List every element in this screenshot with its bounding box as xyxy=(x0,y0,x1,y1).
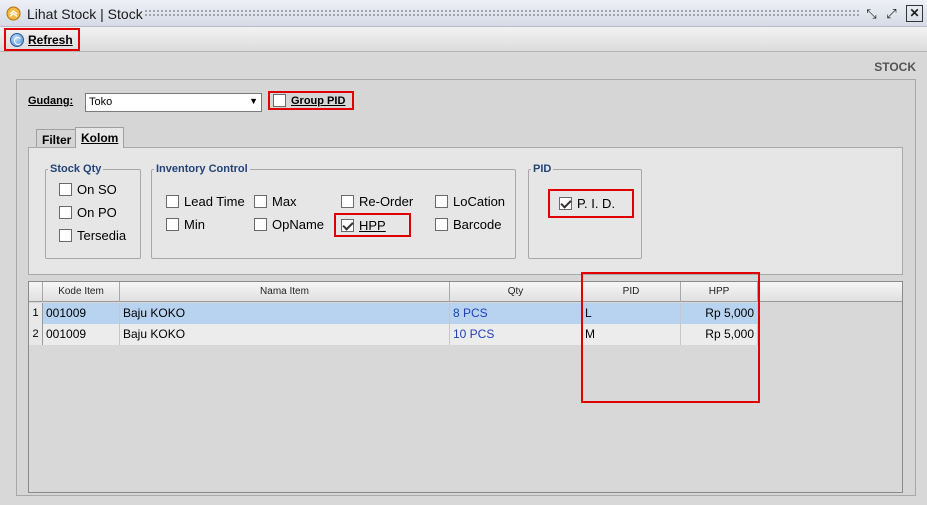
column-header-qty[interactable]: Qty xyxy=(450,282,582,302)
option-location[interactable]: LoCation xyxy=(435,194,505,209)
refresh-button[interactable]: Refresh xyxy=(4,28,80,51)
checkbox[interactable] xyxy=(559,197,572,210)
option-label: Max xyxy=(272,194,297,209)
group-pid-box[interactable] xyxy=(273,94,286,107)
close-icon[interactable]: ✕ xyxy=(906,5,923,22)
app-icon xyxy=(6,6,21,21)
column-header-nama-item[interactable]: Nama Item xyxy=(120,282,450,302)
cell-qty[interactable]: 10 PCS xyxy=(450,324,582,345)
kolom-tab-panel: Stock Qty On SO On PO Tersedia Inventory… xyxy=(28,147,903,275)
tab-filter-label: Filter xyxy=(42,133,72,147)
option-hpp[interactable]: HPP xyxy=(334,213,411,237)
column-header-kode-item[interactable]: Kode Item xyxy=(43,282,120,302)
stock-table: Kode Item Nama Item Qty PID HPP 1 001009… xyxy=(28,281,903,493)
refresh-icon xyxy=(10,32,24,47)
stock-qty-title: Stock Qty xyxy=(50,163,102,175)
toolbar: Refresh xyxy=(0,27,927,52)
option-min[interactable]: Min xyxy=(166,217,205,232)
option-tersedia[interactable]: Tersedia xyxy=(59,228,126,243)
option-label: Barcode xyxy=(453,217,502,232)
option-re-order[interactable]: Re-Order xyxy=(341,194,413,209)
option-label: P. I. D. xyxy=(577,196,616,211)
checkbox[interactable] xyxy=(166,218,179,231)
option-label: Min xyxy=(184,217,205,232)
option-label: Re-Order xyxy=(359,194,414,209)
table-row[interactable]: 1 001009 Baju KOKO 8 PCS L Rp 5,000 xyxy=(29,303,758,324)
option-max[interactable]: Max xyxy=(254,194,297,209)
inventory-control-title: Inventory Control xyxy=(156,163,248,175)
option-label: LoCation xyxy=(453,194,506,209)
table-row[interactable]: 2 001009 Baju KOKO 10 PCS M Rp 5,000 xyxy=(29,324,758,345)
cell-nama-item[interactable]: Baju KOKO xyxy=(120,303,450,324)
option-label: Tersedia xyxy=(77,228,127,243)
cell-nama-item[interactable]: Baju KOKO xyxy=(120,324,450,345)
checkbox[interactable] xyxy=(59,206,72,219)
cell-qty[interactable]: 8 PCS xyxy=(450,303,582,324)
option-label: On SO xyxy=(77,182,117,197)
pid-group-title: PID xyxy=(533,163,552,175)
checkbox[interactable] xyxy=(341,218,354,232)
cell-kode-item[interactable]: 001009 xyxy=(43,303,120,324)
cell-hpp[interactable]: Rp 5,000 xyxy=(681,324,758,345)
group-pid-label: Group PID xyxy=(291,94,346,107)
cell-pid[interactable]: L xyxy=(582,303,681,324)
table-header: Kode Item Nama Item Qty PID HPP xyxy=(29,282,902,302)
row-number: 1 xyxy=(29,303,43,324)
gudang-select[interactable]: Toko ▼ xyxy=(85,93,262,112)
option-pid[interactable]: P. I. D. xyxy=(548,189,634,218)
option-label: OpName xyxy=(272,217,325,232)
checkbox[interactable] xyxy=(59,183,72,196)
row-number-header xyxy=(29,282,43,302)
cell-kode-item[interactable]: 001009 xyxy=(43,324,120,345)
gudang-label: Gudang: xyxy=(28,95,74,107)
option-label: HPP xyxy=(359,217,386,233)
checkbox[interactable] xyxy=(254,195,267,208)
option-on-so[interactable]: On SO xyxy=(59,182,117,197)
tab-kolom-label: Kolom xyxy=(81,131,119,145)
group-pid-checkbox[interactable]: Group PID xyxy=(268,91,354,110)
checkbox[interactable] xyxy=(166,195,179,208)
maximize-icon[interactable]: ⤢ xyxy=(883,5,900,22)
refresh-label: Refresh xyxy=(28,32,73,47)
column-header-pid[interactable]: PID xyxy=(582,282,681,302)
column-header-hpp[interactable]: HPP xyxy=(681,282,758,302)
checkbox[interactable] xyxy=(59,229,72,242)
option-lead-time[interactable]: Lead Time xyxy=(166,194,245,209)
tab-kolom[interactable]: Kolom xyxy=(75,127,125,148)
cell-pid[interactable]: M xyxy=(582,324,681,345)
checkbox[interactable] xyxy=(341,195,354,208)
option-label: Lead Time xyxy=(184,194,245,209)
window-title: Lihat Stock | Stock xyxy=(27,6,143,22)
chevron-down-icon: ▼ xyxy=(249,96,258,106)
title-grip xyxy=(144,9,861,18)
section-label: STOCK xyxy=(874,60,916,74)
option-barcode[interactable]: Barcode xyxy=(435,217,501,232)
tab-filter[interactable]: Filter xyxy=(36,129,78,148)
gudang-value: Toko xyxy=(89,96,113,108)
row-number: 2 xyxy=(29,324,43,345)
window-titlebar: Lihat Stock | Stock ⤡ ⤢ ✕ xyxy=(0,0,927,27)
checkbox[interactable] xyxy=(435,195,448,208)
cell-hpp[interactable]: Rp 5,000 xyxy=(681,303,758,324)
restore-icon[interactable]: ⤡ xyxy=(863,5,880,22)
option-on-po[interactable]: On PO xyxy=(59,205,117,220)
checkbox[interactable] xyxy=(254,218,267,231)
inventory-control-group: Inventory Control xyxy=(151,163,516,259)
option-label: On PO xyxy=(77,205,117,220)
checkbox[interactable] xyxy=(435,218,448,231)
option-opname[interactable]: OpName xyxy=(254,217,324,232)
